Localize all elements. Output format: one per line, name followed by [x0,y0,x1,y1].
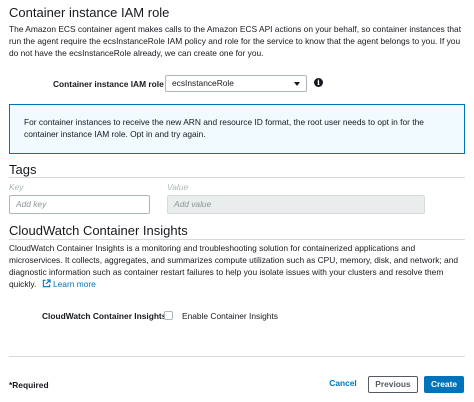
tags-divider [9,177,465,178]
tags-key-header: Key [9,182,24,192]
previous-button[interactable]: Previous [368,376,418,393]
footer-divider [9,356,465,357]
alert-text: For container instances to receive the n… [24,117,424,139]
insights-description: CloudWatch Container Insights is a monit… [9,242,465,290]
info-alert: For container instances to receive the n… [9,104,465,154]
tag-key-input[interactable]: Add key [9,195,150,214]
iam-section-description: The Amazon ECS container agent makes cal… [9,24,462,58]
tags-value-header: Value [167,182,189,192]
learn-more-link[interactable]: Learn more [39,279,96,289]
insights-divider [9,239,465,240]
external-link-icon [42,279,51,288]
create-button[interactable]: Create [424,376,464,393]
info-icon[interactable]: i [314,78,323,87]
cancel-button[interactable]: Cancel [325,376,361,393]
enable-insights-label[interactable]: Enable Container Insights [182,310,278,322]
learn-more-label[interactable]: Learn more [53,279,96,289]
insights-title: CloudWatch Container Insights [9,223,188,238]
iam-section-title: Container instance IAM role [9,5,170,20]
iam-role-label: Container instance IAM role [53,79,164,89]
required-note: *Required [9,380,49,390]
tags-title: Tags [9,162,37,177]
insights-field-label: CloudWatch Container Insights [42,311,167,321]
chevron-down-icon [294,82,300,86]
iam-role-value: ecsInstanceRole [172,78,234,88]
enable-insights-checkbox[interactable] [164,311,173,320]
tag-value-input[interactable]: Add value [167,195,425,214]
iam-role-select[interactable]: ecsInstanceRole [165,75,307,92]
